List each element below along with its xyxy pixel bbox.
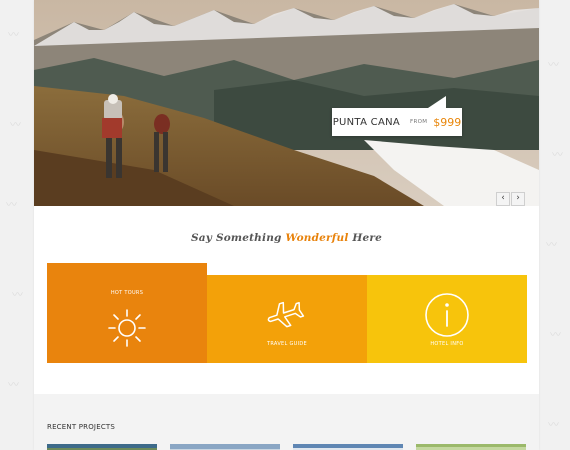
chevron-left-icon[interactable]: ‹ (496, 192, 510, 206)
sun-icon (108, 309, 146, 347)
tile-label: TRAVEL GUIDE (267, 341, 307, 347)
hero-slider[interactable]: PUNTA CANA FROM $999 ‹ › (34, 0, 539, 206)
page-container: PUNTA CANA FROM $999 ‹ › Say Something W… (34, 0, 539, 450)
bird-pattern-icon: 〰 (546, 239, 557, 251)
chevron-right-icon[interactable]: › (511, 192, 525, 206)
section-headline: Say Something Wonderful Here (34, 232, 539, 244)
headline-accent: Wonderful (285, 232, 349, 244)
airplane-icon (267, 301, 305, 328)
bird-pattern-icon: 〰 (548, 59, 559, 71)
bird-pattern-icon: 〰 (8, 379, 19, 391)
slider-controls: ‹ › (496, 192, 525, 206)
bird-pattern-icon: 〰 (6, 199, 17, 211)
bird-pattern-icon: 〰 (8, 29, 19, 41)
project-thumbnail[interactable] (293, 444, 403, 450)
from-label: FROM (410, 119, 428, 125)
bird-pattern-icon: 〰 (10, 119, 21, 131)
info-icon (425, 293, 469, 337)
project-thumbnail[interactable] (170, 444, 280, 450)
project-thumbnail[interactable] (416, 444, 526, 450)
tile-hot-tours[interactable]: HOT TOURS (47, 263, 207, 363)
bird-pattern-icon: 〰 (548, 419, 559, 431)
project-thumbnail[interactable] (47, 444, 157, 450)
recent-projects-section: RECENT PROJECTS (34, 394, 539, 450)
hero-image (34, 0, 539, 206)
destination-name: PUNTA CANA (332, 116, 401, 128)
tile-label: HOT TOURS (110, 290, 144, 296)
bird-pattern-icon: 〰 (550, 329, 561, 341)
tile-label: HOTEL INFO (430, 341, 464, 347)
destination-price: $999 (433, 115, 462, 129)
recent-projects-title: RECENT PROJECTS (47, 423, 116, 431)
tile-travel-guide[interactable]: TRAVEL GUIDE (207, 275, 367, 363)
price-tag[interactable]: PUNTA CANA FROM $999 (332, 96, 462, 136)
bird-pattern-icon: 〰 (12, 289, 23, 301)
tile-hotel-info[interactable]: HOTEL INFO (367, 275, 527, 363)
headline-end: Here (348, 232, 382, 244)
headline-start: Say Something (191, 232, 286, 244)
bird-pattern-icon: 〰 (552, 149, 563, 161)
